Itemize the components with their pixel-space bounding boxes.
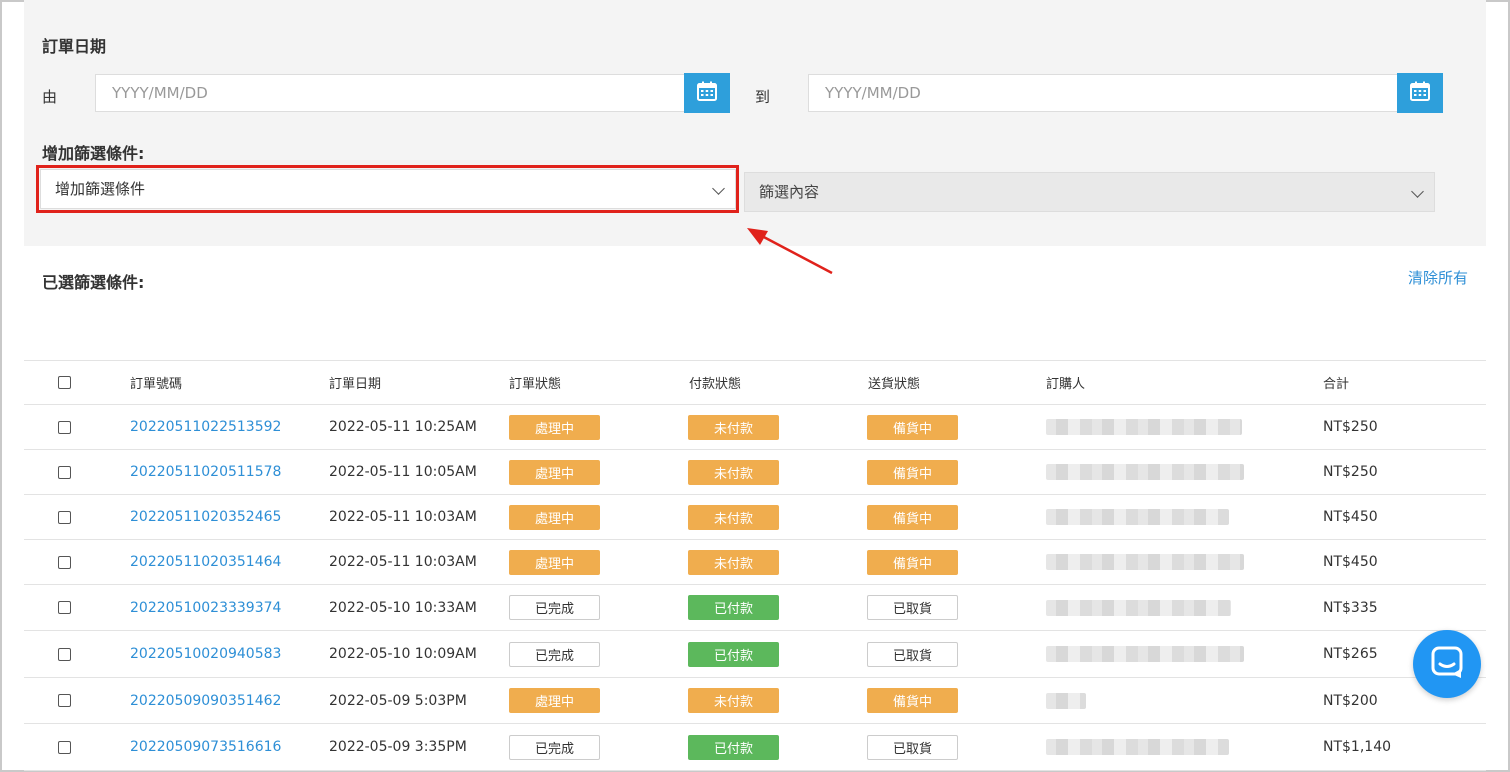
delivery-status-badge: 備貨中: [867, 549, 958, 575]
column-header: 合計: [1323, 377, 1350, 392]
order-status-badge: 已完成: [509, 641, 600, 667]
order-status-badge: 處理中: [509, 549, 600, 575]
order-date: 2022-05-10 10:33AM: [329, 599, 477, 616]
order-number-link[interactable]: 20220509073516616: [130, 739, 281, 755]
table-row: 20220509073516616 2022-05-09 3:35PM 已完成 …: [24, 724, 1486, 771]
order-total: NT$450: [1323, 509, 1378, 525]
order-total: NT$265: [1323, 646, 1378, 662]
payment-status-badge: 未付款: [688, 459, 779, 485]
order-number-link[interactable]: 20220511022513592: [130, 419, 281, 435]
selected-filters-title: 已選篩選條件:: [42, 273, 145, 292]
customer-name-redacted: [1046, 554, 1244, 570]
table-row: 20220511020351464 2022-05-11 10:03AM 處理中…: [24, 540, 1486, 585]
customer-name-redacted: [1046, 419, 1242, 435]
order-number-link[interactable]: 20220511020511578: [130, 464, 281, 480]
order-status-badge: 處理中: [509, 459, 600, 485]
column-header: 送貨狀態: [868, 377, 921, 392]
order-number-link[interactable]: 20220511020352465: [130, 509, 281, 525]
order-total: NT$450: [1323, 554, 1378, 570]
row-checkbox[interactable]: [58, 694, 71, 707]
customer-name-redacted: [1046, 599, 1231, 616]
customer-name-redacted: [1046, 509, 1229, 525]
order-status-badge: 已完成: [509, 595, 600, 620]
chat-button[interactable]: [1413, 630, 1481, 698]
column-header: 訂單日期: [329, 377, 382, 392]
order-status-badge: 處理中: [509, 414, 600, 440]
clear-all-link[interactable]: 清除所有: [1408, 267, 1468, 288]
customer-name-redacted: [1046, 692, 1086, 709]
delivery-status-badge: 備貨中: [867, 459, 958, 485]
order-date: 2022-05-11 10:05AM: [329, 464, 477, 480]
row-checkbox[interactable]: [58, 465, 71, 479]
customer-name-redacted: [1046, 646, 1244, 662]
orders-table: 訂單號碼 訂單日期 訂單狀態 付款狀態 送貨狀態 訂購人 合計 20220511…: [24, 360, 1486, 771]
order-number-link[interactable]: 20220509090351462: [130, 693, 281, 709]
order-number-link[interactable]: 20220511020351464: [130, 554, 281, 570]
row-checkbox[interactable]: [58, 420, 71, 434]
payment-status-badge: 已付款: [688, 734, 779, 760]
delivery-status-badge: 備貨中: [867, 688, 958, 713]
customer-name-redacted: [1046, 739, 1229, 755]
order-date: 2022-05-11 10:03AM: [329, 509, 477, 525]
order-number-link[interactable]: 20220510020940583: [130, 646, 281, 662]
payment-status-badge: 已付款: [688, 641, 779, 667]
row-checkbox[interactable]: [58, 647, 71, 661]
chat-icon: [1430, 645, 1464, 683]
row-checkbox[interactable]: [58, 740, 71, 754]
row-checkbox[interactable]: [58, 601, 71, 614]
delivery-status-badge: 備貨中: [867, 414, 958, 440]
column-header: 訂單號碼: [130, 377, 183, 392]
payment-status-badge: 未付款: [688, 414, 779, 440]
payment-status-badge: 未付款: [688, 504, 779, 530]
order-total: NT$250: [1323, 464, 1378, 480]
order-date: 2022-05-11 10:25AM: [329, 419, 477, 435]
order-total: NT$1,140: [1323, 739, 1392, 755]
column-header: 訂單狀態: [509, 377, 562, 392]
column-header: 付款狀態: [689, 377, 742, 392]
table-row: 20220511022513592 2022-05-11 10:25AM 處理中…: [24, 405, 1486, 450]
order-total: NT$200: [1323, 692, 1378, 709]
table-row: 20220510020940583 2022-05-10 10:09AM 已完成…: [24, 631, 1486, 678]
customer-name-redacted: [1046, 464, 1244, 480]
table-row: 20220511020352465 2022-05-11 10:03AM 處理中…: [24, 495, 1486, 540]
order-date: 2022-05-11 10:03AM: [329, 554, 477, 570]
order-date: 2022-05-10 10:09AM: [329, 646, 477, 662]
select-all-checkbox[interactable]: [58, 376, 71, 389]
delivery-status-badge: 已取貨: [867, 595, 958, 620]
table-row: 20220511020511578 2022-05-11 10:05AM 處理中…: [24, 450, 1486, 495]
order-total: NT$335: [1323, 599, 1378, 616]
row-checkbox[interactable]: [58, 510, 71, 524]
order-date: 2022-05-09 3:35PM: [329, 739, 467, 755]
row-checkbox[interactable]: [58, 555, 71, 569]
order-status-badge: 處理中: [509, 504, 600, 530]
order-status-badge: 已完成: [509, 734, 600, 760]
order-status-badge: 處理中: [509, 688, 600, 713]
order-date: 2022-05-09 5:03PM: [329, 692, 467, 709]
column-header: 訂購人: [1046, 377, 1086, 392]
table-row: 20220509090351462 2022-05-09 5:03PM 處理中 …: [24, 678, 1486, 724]
table-row: 20220510023339374 2022-05-10 10:33AM 已完成…: [24, 585, 1486, 631]
order-number-link[interactable]: 20220510023339374: [130, 600, 281, 616]
delivery-status-badge: 備貨中: [867, 504, 958, 530]
table-header-row: 訂單號碼 訂單日期 訂單狀態 付款狀態 送貨狀態 訂購人 合計: [24, 361, 1486, 405]
delivery-status-badge: 已取貨: [867, 641, 958, 667]
payment-status-badge: 已付款: [688, 595, 779, 620]
order-total: NT$250: [1323, 419, 1378, 435]
payment-status-badge: 未付款: [688, 549, 779, 575]
delivery-status-badge: 已取貨: [867, 734, 958, 760]
payment-status-badge: 未付款: [688, 688, 779, 713]
